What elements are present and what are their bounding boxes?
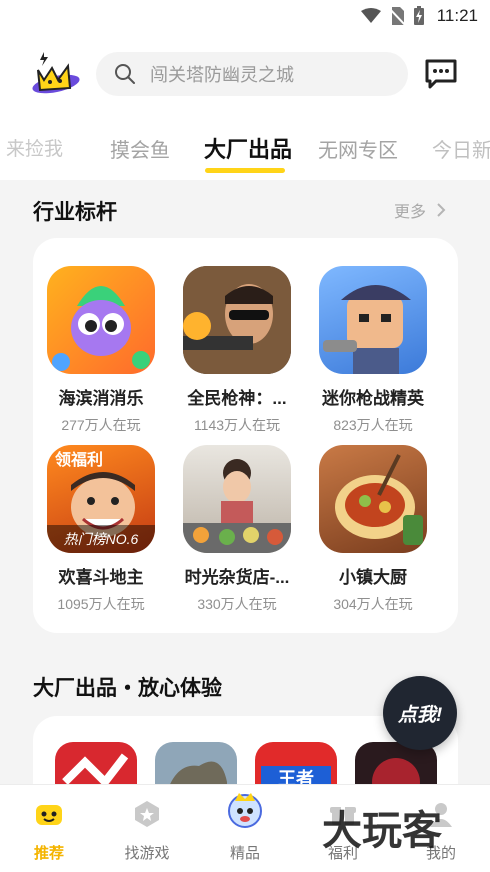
tab-item[interactable]: 来捡我 [6,134,63,161]
nav-label: 找游戏 [124,845,170,862]
game-icon [47,266,155,374]
float-button-label: 点我! [397,704,443,726]
battery-charging-icon [413,6,424,25]
game-players: 1143万人在玩 [193,417,281,433]
search-icon [115,64,135,84]
game-icon [183,266,291,374]
game-players: 823万人在玩 [333,417,413,433]
tab-item[interactable]: 今日新 [432,134,490,163]
game-item[interactable]: 小镇大厨 304万人在玩 [305,445,441,614]
game-name: 欢喜斗地主 [58,568,144,587]
game-item[interactable]: 全民枪神：... 1143万人在玩 [169,266,305,435]
game-item[interactable]: 时光杂货店-... 330万人在玩 [169,445,305,614]
game-name: 全民枪神：... [187,389,287,408]
tab-indicator [205,168,285,173]
message-icon[interactable] [424,58,458,90]
game-name: 时光杂货店-... [184,568,290,587]
game-players: 304万人在玩 [333,596,413,612]
search-bar[interactable]: 闯关塔防幽灵之城 [96,52,408,96]
wifi-icon [360,8,381,23]
chevron-right-icon [437,203,446,217]
section-title: 大厂出品・放心体验 [33,677,222,700]
game-icon [183,445,291,553]
rank-badge: 热门榜NO.6 [47,525,155,553]
nav-label: 精品 [229,845,260,862]
game-item[interactable]: 迷你枪战精英 823万人在玩 [305,266,441,435]
game-icon [319,445,427,553]
click-me-button[interactable]: 点我! [383,676,457,750]
icon-label: 领福利 [55,450,103,469]
category-tabs: 来捡我 摸会鱼 大厂出品 无网专区 今日新 [0,128,490,178]
game-item[interactable]: 领福利 热门榜NO.6 欢喜斗地主 1095万人在玩 [33,445,169,614]
tab-item[interactable]: 无网专区 [318,134,398,163]
game-players: 277万人在玩 [61,417,141,433]
more-label: 更多 [394,204,427,221]
game-name: 迷你枪战精英 [322,389,424,408]
hexagon-star-icon [135,801,159,827]
game-players: 1095万人在玩 [57,596,145,612]
nav-item-featured[interactable]: 精品 [205,793,285,863]
status-bar: 11:21 [0,0,490,34]
nav-item-recommend[interactable]: 推荐 [9,799,89,863]
nav-item-find-games[interactable]: 找游戏 [107,799,187,863]
home-game-icon [36,805,62,825]
mascot-icon [228,793,262,828]
nav-label: 推荐 [33,845,64,862]
game-icon [319,266,427,374]
status-time: 11:21 [436,6,478,25]
section-title: 行业标杆 [33,201,117,224]
games-card: 海滨消消乐 277万人在玩 全民枪神：... 1143万人在玩 迷你枪战精英 8… [33,238,458,633]
more-link[interactable]: 更多 [394,198,446,222]
game-icon: 领福利 热门榜NO.6 [47,445,155,553]
no-sim-icon [388,7,405,26]
game-name: 小镇大厨 [339,568,407,587]
app-logo-icon[interactable] [30,48,82,100]
game-item[interactable]: 海滨消消乐 277万人在玩 [33,266,169,435]
game-players: 330万人在玩 [197,596,277,612]
header: 闯关塔防幽灵之城 来捡我 摸会鱼 大厂出品 无网专区 今日新 [0,34,490,180]
tab-item-active[interactable]: 大厂出品 [204,132,292,164]
game-name: 海滨消消乐 [58,389,144,408]
watermark-logo: 大玩客 [322,808,442,854]
tab-item[interactable]: 摸会鱼 [110,134,170,163]
search-placeholder: 闯关塔防幽灵之城 [150,65,294,85]
watermark-text: 大玩客 [322,808,442,854]
